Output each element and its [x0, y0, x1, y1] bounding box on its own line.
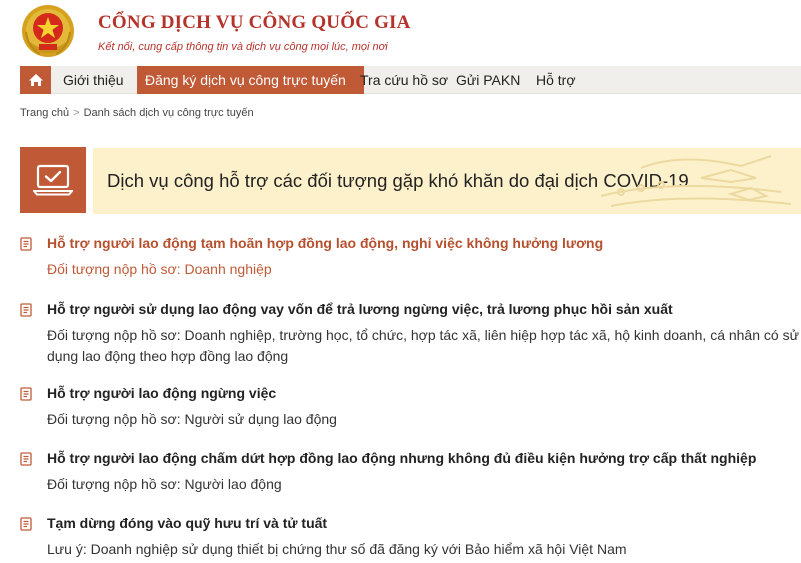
- banner-icon-box: [20, 147, 86, 213]
- document-list-icon: [20, 303, 32, 317]
- service-note: Lưu ý: Doanh nghiệp sử dụng thiết bị chứ…: [47, 541, 627, 557]
- service-title[interactable]: Hỗ trợ người sử dụng lao động vay vốn để…: [47, 301, 673, 317]
- document-list-icon: [20, 517, 32, 531]
- portal-title[interactable]: CỔNG DỊCH VỤ CÔNG QUỐC GIA: [98, 12, 411, 34]
- breadcrumb: Trang chủ > Danh sách dịch vụ công trực tu…: [20, 107, 254, 119]
- service-applicant: Đối tượng nộp hồ sơ: Doanh nghiệp, trườn…: [47, 327, 799, 364]
- service-applicant: Đối tượng nộp hồ sơ: Người lao động: [47, 476, 282, 492]
- document-list-icon: [20, 237, 32, 251]
- breadcrumb-separator: >: [73, 107, 80, 119]
- service-applicant: Đối tượng nộp hồ sơ: Người sử dụng lao đ…: [47, 411, 337, 427]
- bronze-drum-bird-decoration: [600, 155, 792, 207]
- service-title[interactable]: Tạm dừng đóng vào quỹ hưu trí và tử tuất: [47, 515, 327, 531]
- service-title[interactable]: Hỗ trợ người lao động chấm dứt hợp đồng …: [47, 450, 756, 466]
- national-emblem-icon[interactable]: [20, 4, 76, 60]
- document-list-icon: [20, 387, 32, 401]
- nav-item-lookup[interactable]: Tra cứu hồ sơ: [354, 66, 454, 94]
- nav-item-support[interactable]: Hỗ trợ: [534, 66, 578, 94]
- service-title[interactable]: Hỗ trợ người lao động tạm hoãn hợp đồng …: [47, 235, 603, 251]
- nav-item-online-services[interactable]: Đăng ký dịch vụ công trực tuyến: [137, 66, 364, 94]
- portal-slogan: Kết nối, cung cấp thông tin và dịch vụ c…: [98, 41, 388, 53]
- laptop-check-icon: [33, 164, 73, 196]
- breadcrumb-current: Danh sách dịch vụ công trực tuyến: [83, 107, 254, 119]
- site-header: CỔNG DỊCH VỤ CÔNG QUỐC GIA Kết nối, cung…: [0, 0, 801, 66]
- document-list-icon: [20, 452, 32, 466]
- service-title[interactable]: Hỗ trợ người lao động ngừng việc: [47, 385, 276, 401]
- nav-item-feedback[interactable]: Gửi PAKN: [454, 66, 522, 94]
- home-icon: [28, 74, 43, 86]
- home-button[interactable]: [20, 66, 51, 94]
- nav-item-introduction[interactable]: Giới thiệu: [51, 66, 136, 94]
- breadcrumb-home[interactable]: Trang chủ: [20, 107, 69, 119]
- main-nav: Giới thiệu Đăng ký dịch vụ công trực tuy…: [20, 66, 801, 94]
- service-applicant: Đối tượng nộp hồ sơ: Doanh nghiệp: [47, 261, 272, 277]
- covid-services-banner: Dịch vụ công hỗ trợ các đối tượng gặp kh…: [93, 148, 801, 214]
